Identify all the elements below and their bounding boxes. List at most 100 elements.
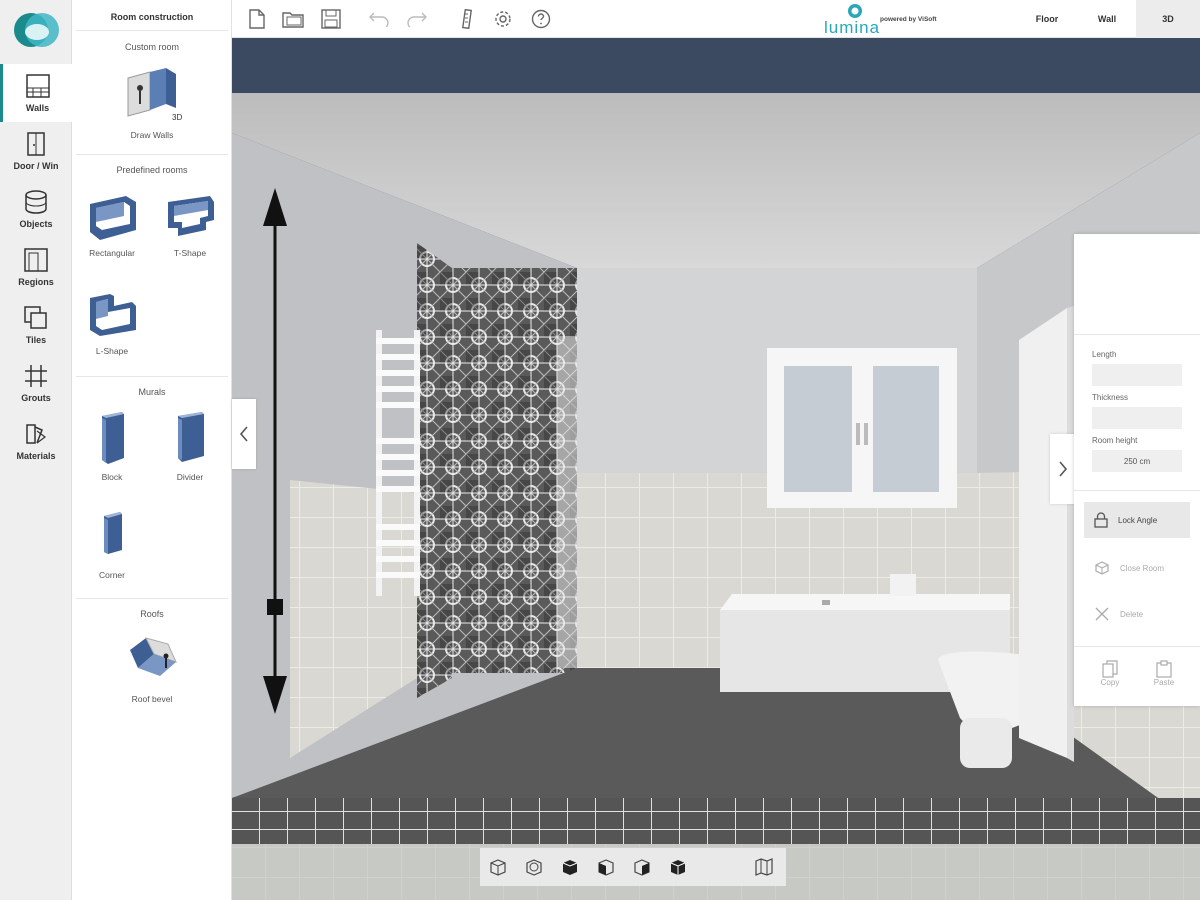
length-label: Length — [1092, 350, 1117, 359]
cube-top-icon — [670, 860, 686, 875]
grouts-icon — [25, 365, 47, 387]
nav-regions[interactable]: Regions — [0, 238, 72, 296]
camera-view-2-button[interactable] — [522, 856, 546, 878]
camera-view-1-button[interactable] — [486, 856, 510, 878]
nav-materials[interactable]: Materials — [0, 412, 72, 470]
roof-bevel-icon — [130, 637, 177, 676]
undo-button[interactable] — [368, 8, 390, 30]
thickness-label: Thickness — [1092, 393, 1129, 402]
item-label: L-Shape — [95, 346, 129, 356]
folder-icon — [282, 12, 304, 28]
divider — [76, 154, 228, 155]
nav-door-win[interactable]: Door / Win — [0, 122, 72, 180]
view-wall-button[interactable]: Wall — [1078, 0, 1136, 38]
divider — [76, 30, 228, 31]
item-label: Draw Walls — [130, 130, 174, 140]
mural-corner[interactable]: Corner — [76, 506, 148, 586]
close-room-label: Close Room — [1120, 563, 1165, 573]
brand-name: lumina — [824, 18, 881, 37]
settings-button[interactable] — [492, 8, 514, 30]
item-label: Divider — [176, 472, 204, 482]
mural-divider[interactable]: Divider — [154, 408, 226, 488]
section-murals: Murals — [138, 387, 166, 397]
thickness-input[interactable] — [1092, 407, 1182, 429]
lock-angle-label: Lock Angle — [1118, 515, 1158, 525]
camera-view-5-button[interactable] — [630, 856, 654, 878]
gear-icon — [495, 11, 511, 27]
room-height-input[interactable]: 250 cm — [1092, 450, 1182, 472]
redo-button[interactable] — [406, 8, 428, 30]
brand-logo: lumina powered by ViSoft — [824, 2, 974, 38]
nav-objects[interactable]: Objects — [0, 180, 72, 238]
nav-walls[interactable]: Walls — [0, 64, 72, 122]
cube-left-icon — [598, 859, 614, 876]
cube-solid-icon — [562, 860, 578, 875]
camera-view-3-button[interactable] — [558, 856, 582, 878]
copy-label: Copy — [1100, 678, 1120, 687]
save-button[interactable] — [320, 8, 342, 30]
block-icon — [102, 412, 124, 464]
ruler-icon — [461, 9, 473, 29]
nav-tiles[interactable]: Tiles — [0, 296, 72, 354]
catalog-title: Room construction — [110, 12, 194, 22]
floor-plan-map-button[interactable] — [752, 856, 776, 878]
cube-front-icon — [490, 859, 506, 876]
collapse-catalog-handle[interactable] — [232, 399, 256, 469]
new-file-icon — [249, 9, 265, 29]
nav-label: Regions — [18, 277, 54, 287]
nav-label: Grouts — [21, 393, 51, 403]
copy-button[interactable]: Copy — [1090, 660, 1130, 687]
delete-icon — [1095, 607, 1109, 621]
section-roofs: Roofs — [140, 609, 164, 619]
paste-icon — [1156, 660, 1172, 678]
nav-label: Walls — [25, 103, 50, 113]
close-room-button[interactable]: Close Room — [1084, 550, 1190, 586]
new-file-button[interactable] — [246, 8, 268, 30]
open-folder-button[interactable] — [282, 8, 304, 30]
cube-right-icon — [634, 859, 650, 876]
nav-label: Objects — [19, 219, 53, 229]
view-floor-button[interactable]: Floor — [1018, 0, 1076, 38]
draw-walls-item[interactable]: 3D Draw Walls — [116, 64, 188, 144]
help-button[interactable] — [530, 8, 552, 30]
door-icon — [27, 132, 45, 156]
l-shape-room-icon — [90, 294, 136, 336]
save-icon — [321, 9, 341, 29]
room-height-label: Room height — [1092, 436, 1138, 445]
app-logo[interactable] — [0, 0, 72, 62]
materials-icon — [26, 424, 46, 444]
collapse-props-handle[interactable] — [1050, 434, 1076, 504]
section-custom-room: Custom room — [124, 42, 179, 52]
lock-angle-button[interactable]: Lock Angle — [1084, 502, 1190, 538]
mural-block[interactable]: Block — [76, 408, 148, 488]
divider — [1074, 490, 1200, 491]
top-toolbar: lumina powered by ViSoft Floor Wall 3D — [232, 0, 1200, 38]
room-rectangular[interactable]: Rectangular — [76, 188, 148, 268]
map-icon — [755, 858, 773, 876]
divider — [1074, 334, 1200, 335]
section-predefined-rooms: Predefined rooms — [116, 165, 188, 175]
window[interactable] — [767, 348, 957, 508]
rectangular-room-icon — [90, 196, 136, 240]
camera-view-4-button[interactable] — [594, 856, 618, 878]
room-t-shape[interactable]: T-Shape — [154, 188, 226, 268]
divider — [76, 376, 228, 377]
lock-icon — [1094, 512, 1108, 528]
paste-button[interactable]: Paste — [1144, 660, 1184, 687]
room-l-shape[interactable]: L-Shape — [76, 286, 148, 366]
view-3d-button[interactable]: 3D — [1136, 0, 1200, 38]
camera-view-6-button[interactable] — [666, 856, 690, 878]
nav-grouts[interactable]: Grouts — [0, 354, 72, 412]
properties-panel: Length Thickness Room height 250 cm Lock… — [1074, 234, 1200, 706]
chevron-left-icon — [239, 426, 248, 442]
main-nav: Walls Door / Win Objects Regions Tiles G… — [0, 0, 72, 900]
measure-button[interactable] — [456, 8, 478, 30]
cube-rounded-icon — [526, 859, 542, 876]
objects-icon — [25, 190, 47, 214]
item-label: T-Shape — [173, 248, 207, 258]
delete-button[interactable]: Delete — [1084, 596, 1190, 632]
roof-bevel-item[interactable]: Roof bevel — [116, 630, 188, 710]
length-input[interactable] — [1092, 364, 1182, 386]
chevron-right-icon — [1059, 461, 1068, 477]
delete-label: Delete — [1120, 609, 1144, 619]
